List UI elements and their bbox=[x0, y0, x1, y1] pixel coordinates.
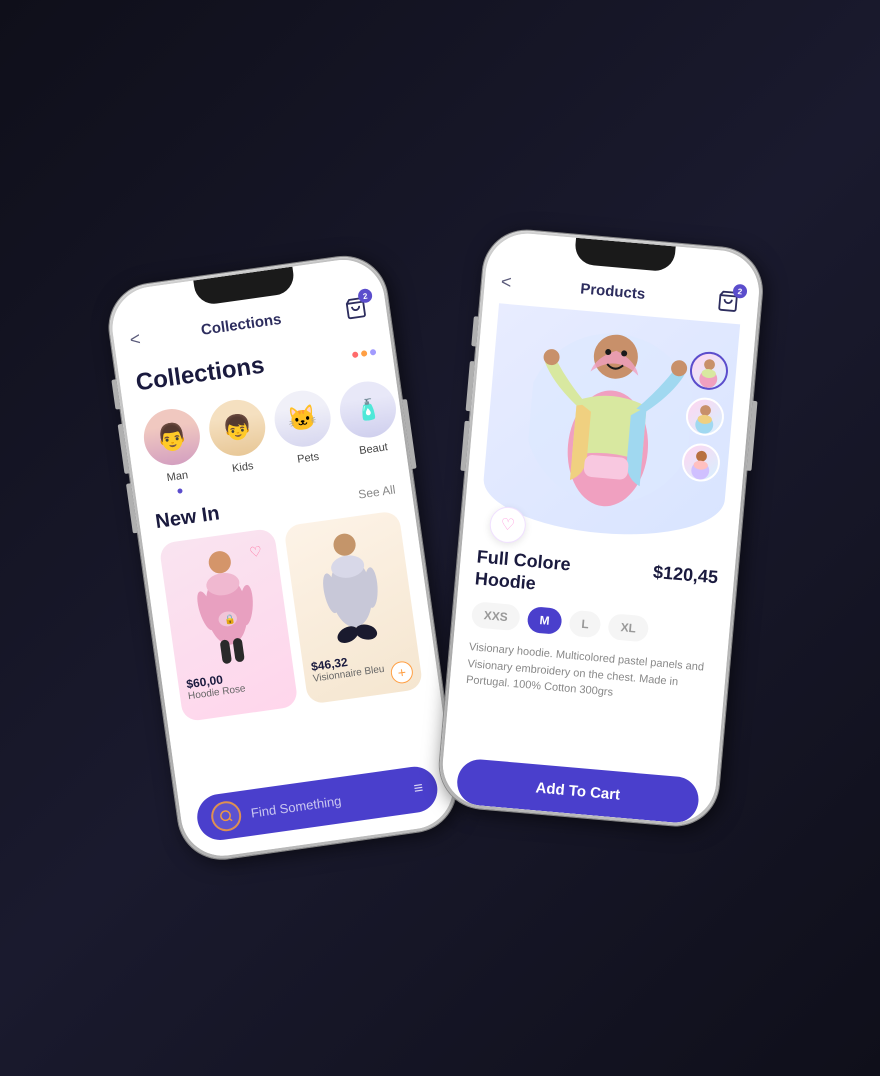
cart-button[interactable]: 2 bbox=[340, 292, 372, 324]
dot-1 bbox=[352, 351, 359, 358]
hero-product-image bbox=[521, 312, 699, 535]
category-beauty-avatar: 🧴 bbox=[336, 378, 399, 441]
product-details: Full ColoreHoodie $120,45 XXS M L XL Vis… bbox=[443, 521, 737, 780]
product-image-1: 🔒 bbox=[159, 528, 292, 673]
collections-screen: < Collections 2 Collections bbox=[107, 255, 458, 862]
wishlist-button-1[interactable]: ♡ bbox=[241, 537, 270, 566]
product-description: Visionary hoodie. Multicolored pastel pa… bbox=[465, 639, 710, 709]
dot-2 bbox=[361, 350, 368, 357]
size-xl[interactable]: XL bbox=[608, 613, 649, 642]
product-card-hoodie-rose[interactable]: ♡ bbox=[159, 528, 299, 722]
product-title: Full ColoreHoodie bbox=[474, 546, 571, 597]
category-pets[interactable]: 🐱 Pets bbox=[271, 387, 338, 479]
size-xxs[interactable]: XXS bbox=[471, 601, 521, 631]
product-image-2 bbox=[283, 510, 416, 655]
category-man[interactable]: 👨 Man bbox=[140, 405, 207, 497]
thumbnail-2[interactable] bbox=[684, 396, 725, 437]
back-button-2[interactable]: < bbox=[500, 271, 512, 293]
thumbnail-1[interactable] bbox=[688, 350, 729, 391]
product-title-row: Full ColoreHoodie $120,45 bbox=[474, 546, 719, 610]
size-m[interactable]: M bbox=[527, 606, 563, 635]
product-card-visionnaire[interactable]: $46,32 Visionnaire Bleu + bbox=[283, 510, 423, 704]
category-beauty-label: Beaut bbox=[358, 441, 388, 457]
filter-icon[interactable]: ≡ bbox=[413, 780, 425, 799]
product-price-large: $120,45 bbox=[652, 562, 719, 589]
size-selector: XXS M L XL bbox=[471, 601, 714, 648]
category-kids-avatar: 👦 bbox=[206, 396, 269, 459]
products-screen: < Products 2 bbox=[439, 230, 762, 826]
collections-heading: Collections bbox=[134, 352, 266, 398]
product-hero: ♡ bbox=[480, 303, 740, 543]
search-placeholder: Find Something bbox=[250, 784, 405, 820]
more-options[interactable] bbox=[352, 349, 377, 358]
cart-button-2[interactable]: 2 bbox=[713, 286, 743, 316]
category-pets-label: Pets bbox=[296, 451, 319, 466]
search-bar[interactable]: Find Something ≡ bbox=[194, 764, 440, 843]
new-in-title: New In bbox=[154, 502, 221, 534]
products-row: ♡ bbox=[159, 510, 424, 722]
thumbnail-3[interactable] bbox=[680, 442, 721, 483]
size-l[interactable]: L bbox=[568, 610, 601, 639]
dot-3 bbox=[370, 349, 377, 356]
category-kids[interactable]: 👦 Kids bbox=[206, 396, 273, 488]
screen-title: Collections bbox=[200, 310, 282, 338]
active-indicator bbox=[177, 488, 183, 494]
category-pets-avatar: 🐱 bbox=[271, 387, 334, 450]
products-screen-title: Products bbox=[580, 280, 646, 303]
category-man-avatar: 👨 bbox=[140, 405, 203, 468]
phone-products: < Products 2 bbox=[436, 227, 765, 829]
back-button[interactable]: < bbox=[129, 328, 142, 350]
category-beauty[interactable]: 🧴 Beaut bbox=[336, 378, 403, 470]
see-all-button[interactable]: See All bbox=[357, 482, 396, 501]
search-circle bbox=[209, 799, 243, 833]
cart-badge-2: 2 bbox=[732, 284, 747, 299]
phone-collections: < Collections 2 Collections bbox=[104, 251, 462, 864]
category-kids-label: Kids bbox=[231, 460, 254, 475]
category-man-label: Man bbox=[166, 469, 189, 484]
